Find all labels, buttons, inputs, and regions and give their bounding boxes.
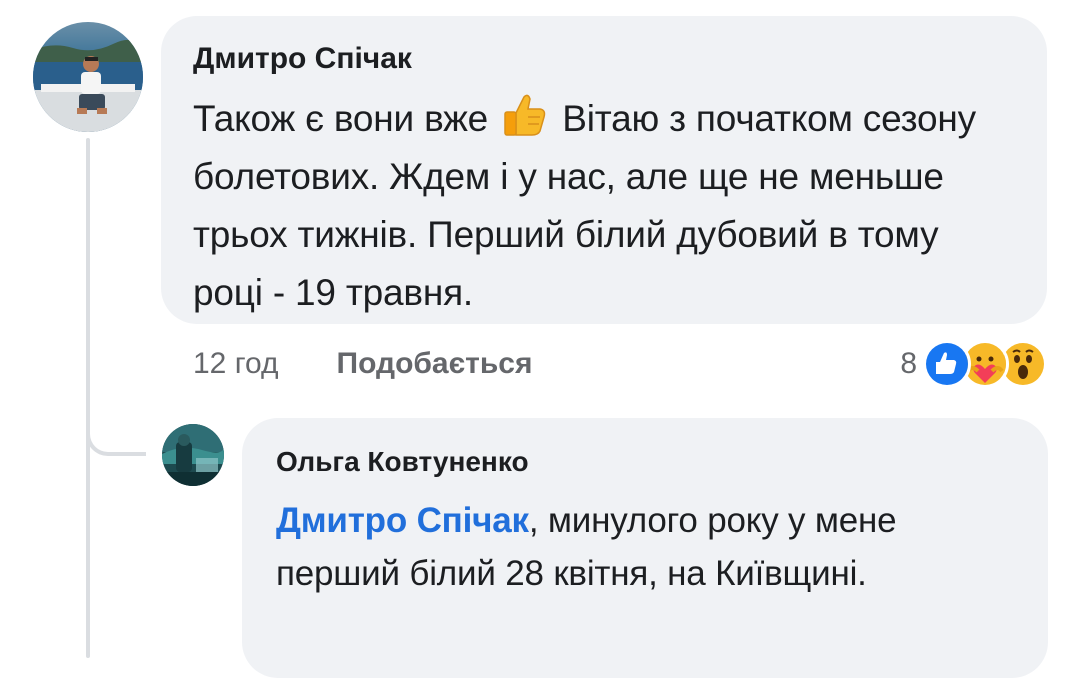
reply-connector xyxy=(86,400,146,456)
reaction-icons xyxy=(923,340,1047,388)
comment-author[interactable]: Дмитро Спічак xyxy=(193,40,1017,78)
reply-author[interactable]: Ольга Ковтуненко xyxy=(276,444,1018,480)
comment-text: Також є вони вже Вітаю з початком сезону… xyxy=(193,90,1017,322)
thread-line xyxy=(86,138,90,658)
comment-bubble: Дмитро Спічак Також є вони вже Вітаю з п… xyxy=(161,16,1047,324)
avatar[interactable] xyxy=(33,22,143,132)
comment-actions: 12 год Подобається xyxy=(193,338,533,390)
like-icon xyxy=(923,340,971,388)
thumbs-up-icon xyxy=(502,93,548,137)
comment-timestamp[interactable]: 12 год xyxy=(193,347,279,381)
like-button[interactable]: Подобається xyxy=(337,347,533,381)
reaction-summary[interactable]: 8 xyxy=(900,336,1047,392)
comment-text-start: Також є вони вже xyxy=(193,98,489,139)
reply-text: Дмитро Спічак, минулого року у мене перш… xyxy=(276,494,1018,600)
reply-mention[interactable]: Дмитро Спічак xyxy=(276,501,529,540)
reaction-count: 8 xyxy=(900,347,917,380)
reply-avatar-photo xyxy=(162,424,224,486)
reply-bubble: Ольга Ковтуненко Дмитро Спічак, минулого… xyxy=(242,418,1048,678)
avatar-photo xyxy=(33,22,143,132)
reply-avatar[interactable] xyxy=(162,424,224,486)
